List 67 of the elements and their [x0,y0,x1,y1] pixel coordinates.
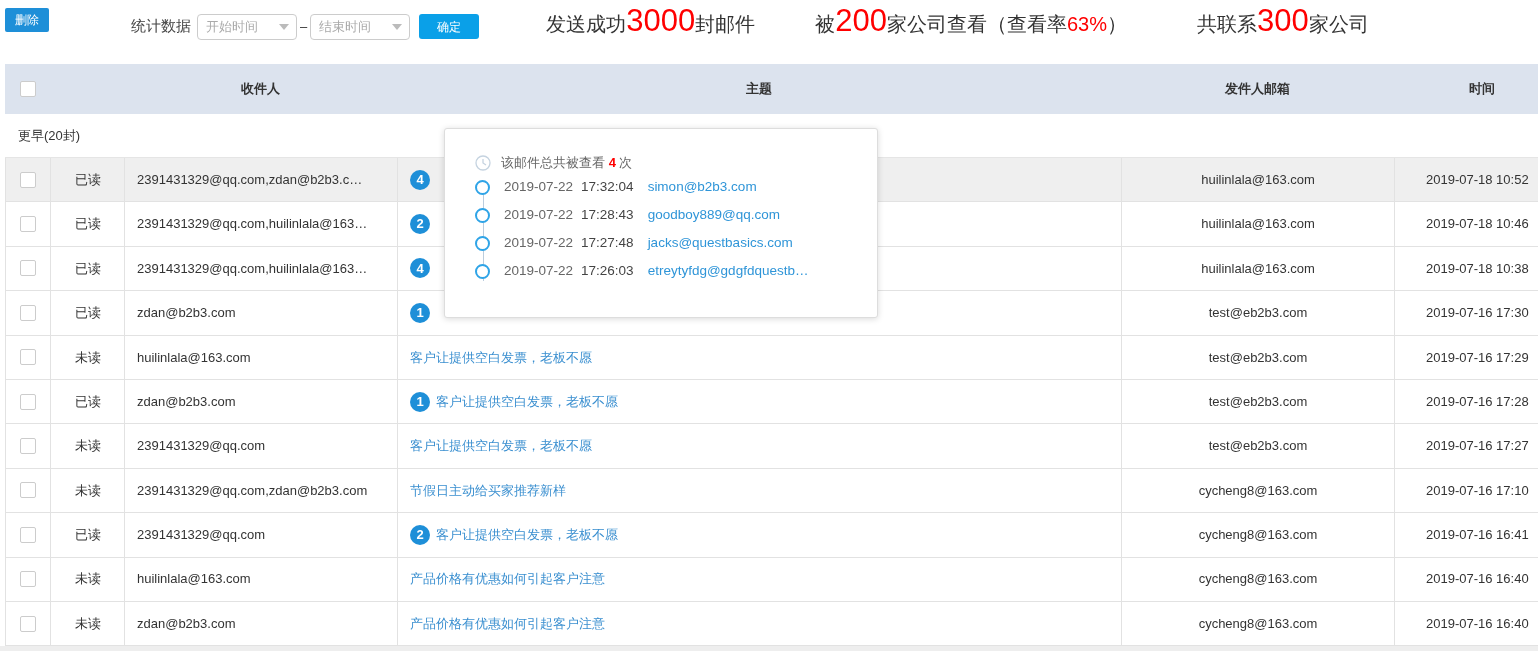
stat-text: 共联系300家公司 [1196,2,1369,40]
recipient-text: zdan@b2b3.com [137,614,236,633]
group-label: 更早(20封) [18,126,81,145]
stats-label: 统计数据 [131,16,191,37]
recipient-text: 2391431329@qq.com,zdan@b2b3.c… [137,170,363,189]
sender-text: cycheng8@163.com [1198,526,1318,545]
status-text: 未读 [74,481,101,500]
time-text: 2019-07-16 17:27 [1426,437,1529,456]
status-text: 已读 [74,259,101,278]
count-badge: 4 [410,258,430,279]
sender-text: test@eb2b3.com [1208,304,1308,323]
view-date: 2019-07-22 [504,205,574,224]
status-text: 已读 [74,526,101,545]
column-header: 时间 [1469,81,1495,97]
sender-text: huilinlala@163.com [1201,170,1315,189]
column-header: 发件人邮箱 [1225,81,1290,97]
recipient-text: zdan@b2b3.com [137,392,236,411]
count-badge: 4 [410,169,430,190]
count-badge: 1 [410,391,430,412]
separator: – [300,17,308,36]
time-text: 2019-07-16 17:28 [1426,392,1529,411]
view-summary: 该邮件总共被查看 4 次 [501,154,633,173]
status-text: 已读 [74,170,101,189]
sender-text: test@eb2b3.com [1208,392,1308,411]
time-text: 2019-07-18 10:38 [1426,259,1529,278]
column-header: 主题 [746,81,772,97]
time-text: 2019-07-16 16:40 [1426,570,1529,589]
recipient-text: 2391431329@qq.com [137,437,266,456]
sender-text: huilinlala@163.com [1201,259,1315,278]
status-text: 已读 [74,392,101,411]
sender-text: test@eb2b3.com [1208,348,1308,367]
count-badge: 1 [410,302,430,323]
view-time: 17:28:43 [581,205,634,224]
recipient-text: huilinlala@163.com [137,570,251,589]
recipient-text: zdan@b2b3.com [137,304,236,323]
recipient-text: 2391431329@qq.com,huilinlala@163… [137,215,368,234]
view-date: 2019-07-22 [504,261,574,280]
sender-text: cycheng8@163.com [1198,481,1318,500]
stat-text: 发送成功3000封邮件 [546,2,756,40]
time-text: 2019-07-16 17:30 [1426,304,1529,323]
time-text: 2019-07-16 17:10 [1426,481,1529,500]
count-badge: 2 [410,214,430,235]
column-header: 收件人 [241,81,280,97]
status-text: 未读 [74,570,101,589]
status-text: 已读 [74,215,101,234]
time-text: 2019-07-18 10:52 [1426,170,1529,189]
time-text: 2019-07-18 10:46 [1426,215,1529,234]
time-text: 2019-07-16 16:41 [1426,526,1529,545]
time-text: 2019-07-16 16:40 [1426,614,1529,633]
sender-text: cycheng8@163.com [1198,570,1318,589]
stat-text: 被200家公司查看（查看率63%） [815,2,1127,40]
status-text: 未读 [74,348,101,367]
time-text: 2019-07-16 17:29 [1426,348,1529,367]
sender-text: huilinlala@163.com [1201,215,1315,234]
status-text: 已读 [74,304,101,323]
sender-text: cycheng8@163.com [1198,614,1318,633]
recipient-text: 2391431329@qq.com,huilinlala@163… [137,259,368,278]
recipient-text: 2391431329@qq.com [137,526,266,545]
view-time: 17:32:04 [581,177,634,196]
count-badge: 2 [410,524,430,545]
status-text: 未读 [74,437,101,456]
recipient-text: huilinlala@163.com [137,348,251,367]
view-date: 2019-07-22 [504,177,574,196]
status-text: 未读 [74,614,101,633]
view-time: 17:26:03 [581,261,634,280]
recipient-text: 2391431329@qq.com,zdan@b2b3.com [137,481,368,500]
sender-text: test@eb2b3.com [1208,437,1308,456]
